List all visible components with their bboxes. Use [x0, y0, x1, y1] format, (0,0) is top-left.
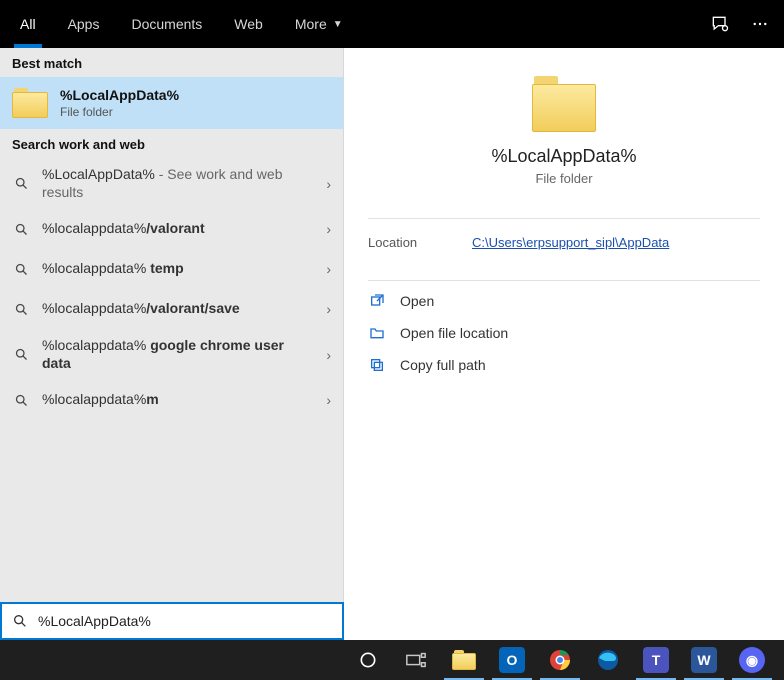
- best-match-section: Best match %LocalAppData% File folder: [0, 48, 343, 129]
- search-icon: [12, 393, 30, 408]
- suggestion-text: %localappdata% google chrome user data: [42, 337, 314, 372]
- task-view-button[interactable]: [392, 640, 440, 680]
- folder-outline-icon: [368, 325, 386, 341]
- suggestion-text: %localappdata% temp: [42, 260, 314, 278]
- taskbar-teams[interactable]: T: [632, 640, 680, 680]
- suggestion-text: %localappdata%m: [42, 391, 314, 409]
- taskbar: O T W ◉: [0, 640, 784, 680]
- action-open[interactable]: Open: [368, 285, 760, 317]
- open-icon: [368, 293, 386, 309]
- taskbar-explorer[interactable]: [440, 640, 488, 680]
- folder-icon: [12, 88, 48, 118]
- search-icon: [12, 222, 30, 237]
- chevron-down-icon: ▼: [333, 19, 343, 30]
- search-icon: [12, 262, 30, 277]
- tab-more[interactable]: More ▼: [279, 0, 359, 48]
- best-match-text: %LocalAppData% File folder: [60, 87, 179, 119]
- best-match-label: Best match: [0, 48, 343, 77]
- suggestion-item[interactable]: %localappdata% google chrome user data ›: [0, 329, 343, 380]
- action-open-label: Open: [400, 293, 434, 309]
- location-row: Location C:\Users\erpsupport_sipl\AppDat…: [368, 219, 760, 266]
- action-copy-path[interactable]: Copy full path: [368, 349, 760, 381]
- search-icon: [12, 302, 30, 317]
- taskbar-discord[interactable]: ◉: [728, 640, 776, 680]
- suggestion-item[interactable]: %LocalAppData% - See work and web result…: [0, 158, 343, 209]
- preview-actions: Open Open file location Copy full path: [368, 281, 760, 381]
- results-list-panel: Best match %LocalAppData% File folder Se…: [0, 48, 344, 680]
- best-match-subtitle: File folder: [60, 105, 179, 119]
- preview-subtitle: File folder: [535, 171, 592, 186]
- best-match-title: %LocalAppData%: [60, 87, 179, 103]
- preview-title: %LocalAppData%: [491, 146, 636, 167]
- search-filter-tabs: All Apps Documents Web More ▼: [0, 0, 784, 48]
- preview-header: %LocalAppData% File folder: [368, 72, 760, 204]
- tab-web[interactable]: Web: [218, 0, 279, 48]
- location-link[interactable]: C:\Users\erpsupport_sipl\AppData: [472, 235, 669, 250]
- suggestion-text: %localappdata%/valorant: [42, 220, 314, 238]
- action-open-location-label: Open file location: [400, 325, 508, 341]
- suggestion-item[interactable]: %localappdata%/valorant/save ›: [0, 289, 343, 329]
- feedback-icon[interactable]: [700, 0, 740, 48]
- suggestion-item[interactable]: %localappdata% temp ›: [0, 249, 343, 289]
- chevron-right-icon[interactable]: ›: [326, 221, 331, 237]
- search-web-label: Search work and web: [0, 129, 343, 158]
- preview-panel: %LocalAppData% File folder Location C:\U…: [344, 48, 784, 680]
- tab-more-label: More: [295, 16, 327, 32]
- chevron-right-icon[interactable]: ›: [326, 347, 331, 363]
- taskbar-chrome[interactable]: [536, 640, 584, 680]
- tab-apps[interactable]: Apps: [52, 0, 116, 48]
- taskbar-outlook[interactable]: O: [488, 640, 536, 680]
- chevron-right-icon[interactable]: ›: [326, 301, 331, 317]
- tab-documents[interactable]: Documents: [115, 0, 218, 48]
- cortana-button[interactable]: [344, 640, 392, 680]
- search-results-main: Best match %LocalAppData% File folder Se…: [0, 48, 784, 680]
- more-options-icon[interactable]: [740, 0, 780, 48]
- suggestion-text: %localappdata%/valorant/save: [42, 300, 314, 318]
- suggestion-item[interactable]: %localappdata%/valorant ›: [0, 209, 343, 249]
- copy-icon: [368, 357, 386, 373]
- suggestion-item[interactable]: %localappdata%m ›: [0, 380, 343, 420]
- action-copy-path-label: Copy full path: [400, 357, 486, 373]
- best-match-item[interactable]: %LocalAppData% File folder: [0, 77, 343, 129]
- action-open-location[interactable]: Open file location: [368, 317, 760, 349]
- taskbar-word[interactable]: W: [680, 640, 728, 680]
- tab-all[interactable]: All: [4, 0, 52, 48]
- search-input[interactable]: [38, 613, 332, 629]
- folder-icon: [532, 76, 596, 132]
- chevron-right-icon[interactable]: ›: [326, 392, 331, 408]
- search-icon: [12, 613, 28, 629]
- search-bar[interactable]: [0, 602, 344, 640]
- folder-icon: [452, 650, 476, 670]
- taskbar-edge[interactable]: [584, 640, 632, 680]
- location-label: Location: [368, 235, 472, 250]
- suggestion-text: %LocalAppData% - See work and web result…: [42, 166, 314, 201]
- search-icon: [12, 176, 30, 191]
- search-icon: [12, 347, 30, 362]
- suggestions-section: Search work and web %LocalAppData% - See…: [0, 129, 343, 420]
- chevron-right-icon[interactable]: ›: [326, 261, 331, 277]
- chevron-right-icon[interactable]: ›: [326, 176, 331, 192]
